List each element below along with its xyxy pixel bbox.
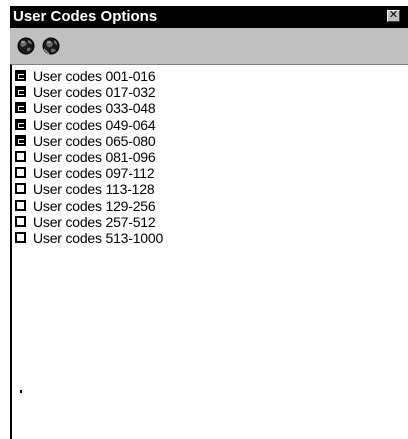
title-bar[interactable]: User Codes Options ✕: [10, 6, 408, 28]
list-item-label: User codes 049-064: [33, 116, 156, 133]
list-item[interactable]: User codes 513-1000: [14, 230, 264, 246]
globe-forward-icon[interactable]: [41, 36, 61, 56]
list-item-label: User codes 257-512: [33, 213, 156, 230]
checkbox-checked[interactable]: [15, 134, 26, 146]
user-codes-list[interactable]: User codes 001-016 User codes 017-032 User…: [10, 64, 408, 439]
list-item[interactable]: User codes 065-080: [14, 133, 264, 149]
list-item[interactable]: User codes 033-048: [14, 100, 264, 116]
list-item[interactable]: User codes 257-512: [14, 214, 264, 230]
list-item-label: User codes 065-080: [33, 132, 156, 149]
list-item[interactable]: User codes 081-096: [14, 149, 264, 165]
globe-back-icon[interactable]: [16, 36, 36, 56]
list-item[interactable]: User codes 049-064: [14, 117, 264, 133]
close-icon: ✕: [388, 8, 399, 21]
list-border-mark: [20, 390, 22, 393]
list-item-label: User codes 081-096: [33, 149, 156, 165]
list-item-label: User codes 097-112: [33, 165, 155, 182]
list-item[interactable]: User codes 001-016: [14, 68, 264, 84]
checkbox-checked[interactable]: [15, 70, 26, 81]
checkbox-checked[interactable]: [15, 102, 26, 114]
list-item[interactable]: User codes 113-128: [14, 181, 264, 197]
list-item-label: User codes 113-128: [33, 181, 155, 198]
checkbox-checked[interactable]: [15, 86, 26, 98]
checkbox-checked[interactable]: [15, 118, 26, 130]
list-item-label: User codes 129-256: [33, 197, 156, 214]
list-item[interactable]: User codes 017-032: [14, 84, 264, 100]
toolbar: [10, 28, 408, 64]
close-button[interactable]: ✕: [387, 8, 400, 22]
checkbox-unchecked[interactable]: [15, 232, 26, 243]
list-item-label: User codes 017-032: [33, 84, 156, 101]
checkbox-unchecked[interactable]: [15, 199, 26, 211]
list-item[interactable]: User codes 097-112: [14, 165, 264, 181]
user-codes-options-window: User Codes Options ✕ User codes 001-016 …: [0, 0, 408, 439]
checkbox-unchecked[interactable]: [15, 215, 26, 227]
checkbox-unchecked[interactable]: [15, 167, 26, 179]
checkbox-unchecked[interactable]: [15, 151, 26, 162]
list-item-label: User codes 033-048: [33, 100, 156, 117]
list-item-label: User codes 513-1000: [33, 230, 164, 246]
checkbox-unchecked[interactable]: [15, 183, 26, 195]
list-item-label: User codes 001-016: [33, 68, 156, 84]
list-item[interactable]: User codes 129-256: [14, 198, 264, 214]
window-title: User Codes Options: [13, 8, 158, 25]
